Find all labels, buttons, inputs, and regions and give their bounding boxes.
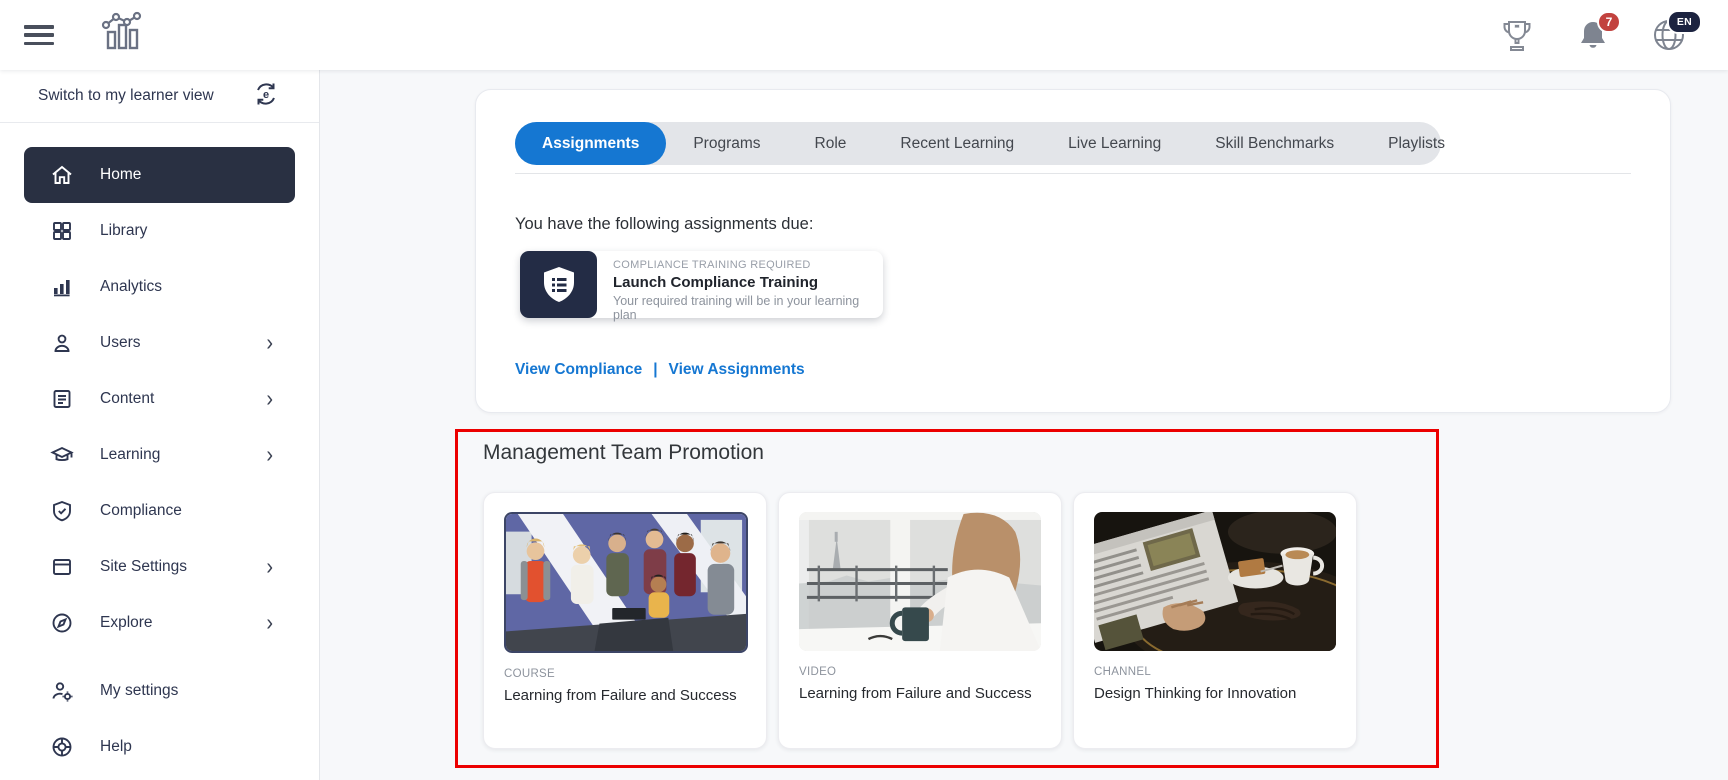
chevron-right-icon: › — [266, 444, 273, 467]
sidebar-item-explore[interactable]: Explore › — [24, 595, 295, 651]
sidebar: Switch to my learner view e Home — [0, 70, 320, 780]
promo-card-channel[interactable]: CHANNEL Design Thinking for Innovation — [1073, 492, 1357, 749]
view-compliance-link[interactable]: View Compliance — [515, 361, 642, 379]
sidebar-nav: Home Library A — [0, 123, 319, 775]
sidebar-item-my-settings[interactable]: My settings — [24, 663, 295, 719]
sidebar-item-label: Content — [100, 390, 154, 408]
sidebar-item-library[interactable]: Library — [24, 203, 295, 259]
sidebar-item-label: Users — [100, 334, 140, 352]
home-icon — [50, 163, 74, 187]
chevron-right-icon: › — [266, 612, 273, 635]
sidebar-item-label: Home — [100, 166, 141, 184]
sidebar-item-site-settings[interactable]: Site Settings › — [24, 539, 295, 595]
person-gear-icon — [50, 679, 74, 703]
topbar-actions: 7 EN — [1500, 18, 1728, 52]
view-assignments-link[interactable]: View Assignments — [669, 361, 805, 379]
chevron-right-icon: › — [266, 556, 273, 579]
language-badge: EN — [1667, 10, 1702, 34]
channel-thumbnail-newspaper-coffee — [1094, 512, 1336, 651]
video-thumbnail-woman-at-window — [799, 512, 1041, 651]
browser-window-icon — [50, 555, 74, 579]
sidebar-item-label: Site Settings — [100, 558, 187, 576]
tab-programs[interactable]: Programs — [666, 122, 787, 165]
promo-card-title: Design Thinking for Innovation — [1094, 685, 1336, 702]
chevron-right-icon: › — [266, 332, 273, 355]
compliance-card-subtitle: Your required training will be in your l… — [613, 294, 869, 322]
assignments-intro-text: You have the following assignments due: — [515, 215, 813, 234]
document-icon — [50, 387, 74, 411]
svg-text:e: e — [263, 89, 269, 101]
language-globe-icon[interactable]: EN — [1652, 18, 1686, 52]
promo-card-course[interactable]: COURSE Learning from Failure and Success — [483, 492, 767, 749]
hamburger-menu-icon[interactable] — [24, 22, 58, 48]
sidebar-item-label: Learning — [100, 446, 160, 464]
sidebar-item-content[interactable]: Content › — [24, 371, 295, 427]
tab-skill-benchmarks[interactable]: Skill Benchmarks — [1188, 122, 1361, 165]
promo-card-title: Learning from Failure and Success — [799, 685, 1041, 702]
sidebar-item-label: Explore — [100, 614, 153, 632]
notifications-bell-icon[interactable]: 7 — [1576, 18, 1610, 52]
promo-card-video[interactable]: VIDEO Learning from Failure and Success — [778, 492, 1062, 749]
promo-card-type: CHANNEL — [1094, 666, 1336, 678]
graduation-cap-icon — [50, 443, 74, 467]
promotion-cards: COURSE Learning from Failure and Success — [483, 492, 1357, 749]
shield-check-icon — [50, 499, 74, 523]
compass-icon — [50, 611, 74, 635]
lifebuoy-icon — [50, 735, 74, 759]
compliance-training-card[interactable]: COMPLIANCE TRAINING REQUIRED Launch Comp… — [520, 251, 883, 318]
library-grid-icon — [50, 219, 74, 243]
sidebar-item-label: Help — [100, 738, 132, 756]
promo-card-type: VIDEO — [799, 666, 1041, 678]
chevron-right-icon: › — [266, 388, 273, 411]
person-icon — [50, 331, 74, 355]
promo-card-type: COURSE — [504, 668, 746, 680]
sidebar-item-label: My settings — [100, 682, 178, 700]
sidebar-item-label: Analytics — [100, 278, 162, 296]
tab-assignments[interactable]: Assignments — [515, 122, 666, 165]
switch-learner-view[interactable]: Switch to my learner view e — [0, 70, 319, 123]
compliance-card-title: Launch Compliance Training — [613, 274, 869, 291]
app-logo-chart-icon[interactable] — [100, 11, 146, 60]
sidebar-item-home[interactable]: Home — [24, 147, 295, 203]
switch-learner-view-label: Switch to my learner view — [38, 87, 214, 105]
tab-role[interactable]: Role — [788, 122, 874, 165]
compliance-card-eyebrow: COMPLIANCE TRAINING REQUIRED — [613, 259, 869, 271]
tab-divider — [515, 173, 1631, 174]
link-separator: | — [653, 361, 657, 379]
course-thumbnail-team-discussion — [504, 512, 748, 653]
tab-bar: Assignments Programs Role Recent Learnin… — [515, 122, 1441, 165]
sidebar-item-compliance[interactable]: Compliance — [24, 483, 295, 539]
tab-recent-learning[interactable]: Recent Learning — [873, 122, 1041, 165]
sidebar-item-label: Library — [100, 222, 147, 240]
sidebar-item-analytics[interactable]: Analytics — [24, 259, 295, 315]
sidebar-item-users[interactable]: Users › — [24, 315, 295, 371]
sidebar-item-label: Compliance — [100, 502, 182, 520]
top-bar: 7 EN — [0, 0, 1728, 70]
bar-chart-icon — [50, 275, 74, 299]
compliance-card-text: COMPLIANCE TRAINING REQUIRED Launch Comp… — [597, 251, 883, 318]
trophy-icon[interactable] — [1500, 18, 1534, 52]
sidebar-item-learning[interactable]: Learning › — [24, 427, 295, 483]
compliance-shield-icon — [520, 251, 597, 318]
tab-live-learning[interactable]: Live Learning — [1041, 122, 1188, 165]
promotion-section-title: Management Team Promotion — [483, 441, 764, 465]
switch-view-icon: e — [253, 81, 279, 112]
tab-playlists[interactable]: Playlists — [1361, 122, 1472, 165]
notification-count-badge: 7 — [1597, 11, 1621, 33]
promo-card-title: Learning from Failure and Success — [504, 687, 746, 704]
sidebar-item-help[interactable]: Help — [24, 719, 295, 775]
assignments-links: View Compliance | View Assignments — [515, 361, 805, 379]
